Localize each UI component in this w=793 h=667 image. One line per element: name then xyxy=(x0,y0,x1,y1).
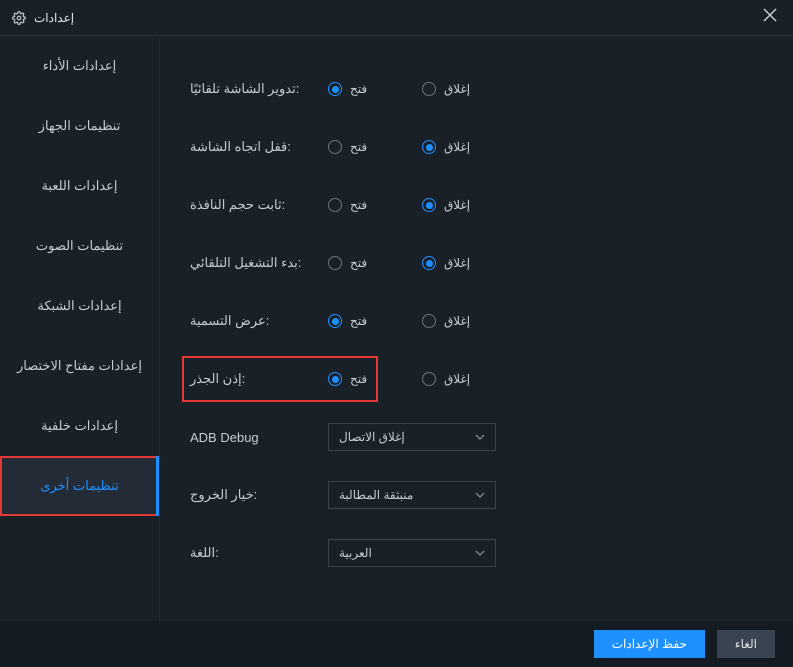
radio-group-lock: فتح إغلاق xyxy=(328,140,494,154)
window-title: إعدادات xyxy=(34,11,74,25)
select-language[interactable]: العربية xyxy=(328,539,496,567)
radio-icon xyxy=(422,82,436,96)
sidebar-item-sound[interactable]: تنظيمات الصوت xyxy=(0,216,159,276)
row-show-label: عرض التسمية: فتح إغلاق xyxy=(190,292,763,350)
radio-autostart-close[interactable]: إغلاق xyxy=(422,256,470,270)
row-language: اللغة: العربية xyxy=(190,524,763,582)
row-root-permission: إذن الجذر: فتح إغلاق xyxy=(190,350,763,408)
radio-icon xyxy=(328,198,342,212)
chevron-down-icon xyxy=(475,434,485,440)
select-value: العربية xyxy=(339,546,372,560)
radio-group-fixed: فتح إغلاق xyxy=(328,198,494,212)
row-label: قفل اتجاه الشاشة: xyxy=(190,139,310,155)
radio-icon xyxy=(328,140,342,154)
radio-group-autostart: فتح إغلاق xyxy=(328,256,494,270)
select-value: إغلاق الاتصال xyxy=(339,430,405,444)
row-autostart: بدء التشغيل التلقائي: فتح إغلاق xyxy=(190,234,763,292)
select-value: منبثقة المطالبة xyxy=(339,488,413,502)
sidebar-item-network[interactable]: إعدادات الشبكة xyxy=(0,276,159,336)
radio-icon xyxy=(328,256,342,270)
radio-root-open[interactable]: فتح xyxy=(328,372,367,386)
chevron-down-icon xyxy=(475,550,485,556)
row-adb: ADB Debug إغلاق الاتصال xyxy=(190,408,763,466)
row-label: ثابت حجم النافذة: xyxy=(190,197,310,213)
radio-lock-open[interactable]: فتح xyxy=(328,140,367,154)
radio-showlabel-open[interactable]: فتح xyxy=(328,314,367,328)
row-label: إذن الجذر: xyxy=(190,371,310,387)
save-button[interactable]: حفظ الإعدادات xyxy=(594,630,705,658)
titlebar-left: إعدادات xyxy=(12,11,74,25)
row-lock-orientation: قفل اتجاه الشاشة: فتح إغلاق xyxy=(190,118,763,176)
radio-label: فتح xyxy=(350,82,367,96)
chevron-down-icon xyxy=(475,492,485,498)
sidebar-item-device[interactable]: تنظيمات الجهاز xyxy=(0,96,159,156)
row-label: خيار الخروج: xyxy=(190,487,310,503)
radio-label: فتح xyxy=(350,256,367,270)
sidebar-item-label: تنظيمات أخرى xyxy=(40,478,118,494)
body-area: إعدادات الأداء تنظيمات الجهاز إعدادات ال… xyxy=(0,36,793,621)
sidebar-item-label: إعدادات الشبكة xyxy=(37,298,121,314)
radio-autorotate-open[interactable]: فتح xyxy=(328,82,367,96)
radio-root-close[interactable]: إغلاق xyxy=(422,372,470,386)
gear-icon xyxy=(12,11,26,25)
row-label: تدوير الشاشة تلقائيًا: xyxy=(190,81,310,97)
radio-group-showlabel: فتح إغلاق xyxy=(328,314,494,328)
radio-label: إغلاق xyxy=(444,198,470,212)
radio-showlabel-close[interactable]: إغلاق xyxy=(422,314,470,328)
sidebar-item-game[interactable]: إعدادات اللعبة xyxy=(0,156,159,216)
cancel-button[interactable]: الغاء xyxy=(717,630,775,658)
sidebar-item-other[interactable]: تنظيمات أخرى xyxy=(0,456,159,516)
sidebar-item-label: تنظيمات الصوت xyxy=(36,238,123,254)
row-autorotate: تدوير الشاشة تلقائيًا: فتح إغلاق xyxy=(190,60,763,118)
footer: حفظ الإعدادات الغاء xyxy=(0,621,793,667)
radio-icon xyxy=(328,82,342,96)
radio-group-root: فتح إغلاق xyxy=(328,372,494,386)
settings-content: تدوير الشاشة تلقائيًا: فتح إغلاق قفل اتج… xyxy=(160,36,793,621)
close-button[interactable] xyxy=(759,4,781,31)
select-exit[interactable]: منبثقة المطالبة xyxy=(328,481,496,509)
radio-label: فتح xyxy=(350,140,367,154)
sidebar-item-label: إعدادات الأداء xyxy=(43,58,117,74)
radio-icon xyxy=(422,372,436,386)
sidebar-item-label: إعدادات اللعبة xyxy=(41,178,117,194)
radio-label: فتح xyxy=(350,314,367,328)
radio-icon xyxy=(328,314,342,328)
radio-icon xyxy=(422,140,436,154)
radio-label: إغلاق xyxy=(444,314,470,328)
radio-icon xyxy=(422,314,436,328)
radio-fixed-open[interactable]: فتح xyxy=(328,198,367,212)
sidebar-item-label: إعدادات خلفية xyxy=(41,418,118,434)
sidebar-item-shortcut[interactable]: إعدادات مفتاح الاختصار xyxy=(0,336,159,396)
radio-autostart-open[interactable]: فتح xyxy=(328,256,367,270)
sidebar-item-label: تنظيمات الجهاز xyxy=(39,118,121,134)
radio-label: إغلاق xyxy=(444,372,470,386)
radio-fixed-close[interactable]: إغلاق xyxy=(422,198,470,212)
radio-icon xyxy=(422,198,436,212)
row-fixed-window: ثابت حجم النافذة: فتح إغلاق xyxy=(190,176,763,234)
radio-lock-close[interactable]: إغلاق xyxy=(422,140,470,154)
sidebar: إعدادات الأداء تنظيمات الجهاز إعدادات ال… xyxy=(0,36,160,621)
row-label: عرض التسمية: xyxy=(190,313,310,329)
radio-label: فتح xyxy=(350,372,367,386)
row-exit: خيار الخروج: منبثقة المطالبة xyxy=(190,466,763,524)
radio-label: إغلاق xyxy=(444,256,470,270)
radio-autorotate-close[interactable]: إغلاق xyxy=(422,82,470,96)
close-icon xyxy=(763,8,777,22)
radio-label: فتح xyxy=(350,198,367,212)
sidebar-item-label: إعدادات مفتاح الاختصار xyxy=(17,358,142,374)
row-label: ADB Debug xyxy=(190,430,310,445)
radio-icon xyxy=(328,372,342,386)
radio-label: إغلاق xyxy=(444,140,470,154)
radio-group-autorotate: فتح إغلاق xyxy=(328,82,494,96)
row-label: اللغة: xyxy=(190,545,310,561)
sidebar-item-performance[interactable]: إعدادات الأداء xyxy=(0,36,159,96)
radio-label: إغلاق xyxy=(444,82,470,96)
row-label: بدء التشغيل التلقائي: xyxy=(190,255,310,271)
titlebar: إعدادات xyxy=(0,0,793,36)
radio-icon xyxy=(422,256,436,270)
select-adb[interactable]: إغلاق الاتصال xyxy=(328,423,496,451)
sidebar-item-wallpaper[interactable]: إعدادات خلفية xyxy=(0,396,159,456)
